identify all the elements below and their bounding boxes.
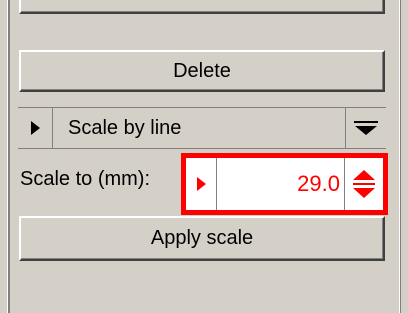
scale-to-label: Scale to (mm): — [20, 168, 151, 190]
panel-right-border — [399, 0, 408, 313]
tool-panel: Delete Scale by line Scale to (mm): 29.0… — [0, 0, 408, 313]
panel-left-border — [0, 0, 10, 313]
top-button-partial[interactable] — [19, 0, 385, 14]
apply-scale-label: Apply scale — [150, 227, 254, 249]
play-arrow-icon — [196, 177, 206, 191]
mode-dropdown-button[interactable] — [345, 108, 386, 148]
spinner-divider — [353, 183, 375, 185]
dropdown-bar-icon — [354, 121, 378, 123]
chevron-down-icon — [355, 126, 377, 135]
scale-mode-label: Scale by line — [68, 116, 182, 139]
play-arrow-icon — [30, 121, 40, 135]
mode-expand-toggle[interactable] — [18, 108, 53, 148]
scale-value-field[interactable]: 29.0 — [181, 153, 388, 215]
delete-button-label: Delete — [173, 59, 231, 82]
scale-value-input[interactable]: 29.0 — [218, 158, 344, 210]
value-spinner[interactable] — [344, 158, 383, 210]
spin-up-icon[interactable] — [353, 170, 375, 180]
scale-mode-selector[interactable]: Scale by line — [18, 107, 386, 149]
delete-button[interactable]: Delete — [19, 50, 385, 92]
apply-scale-button[interactable]: Apply scale — [19, 216, 385, 261]
field-expand-toggle[interactable] — [186, 158, 217, 210]
spin-down-icon[interactable] — [353, 188, 375, 198]
